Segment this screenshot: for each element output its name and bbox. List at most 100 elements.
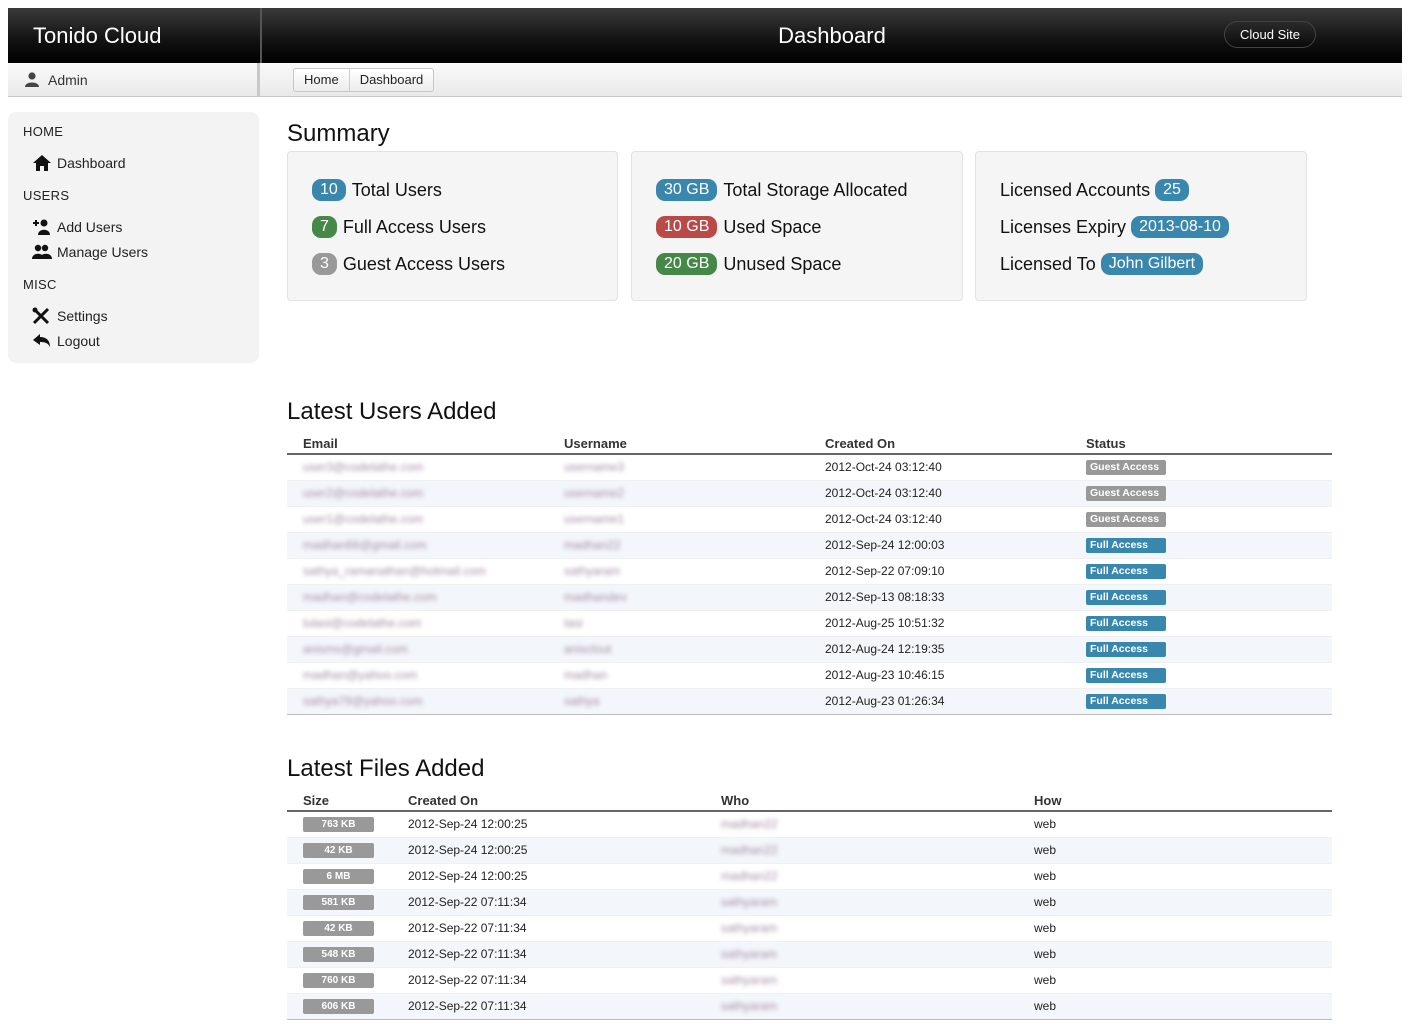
reply-icon: [33, 334, 50, 347]
email-value: anisms@gmail.com: [303, 642, 408, 656]
sidebar-item-logout[interactable]: Logout: [32, 332, 100, 350]
username-value: madhandev: [564, 590, 627, 604]
cell-email: madhan@codelathe.com: [287, 584, 548, 611]
username-value: username1: [564, 512, 625, 526]
table-row[interactable]: user1@codelathe.com username1 2012-Oct-24 …: [287, 506, 1332, 533]
cell-created-on: 2012-Aug-23 01:26:34: [809, 688, 1070, 715]
sidebar-item-settings[interactable]: Settings: [32, 307, 108, 325]
unused-space-badge: 20 GB: [656, 253, 718, 275]
cell-username: madhandev: [548, 584, 809, 611]
cell-created-on: 2012-Oct-24 03:12:40: [809, 480, 1070, 507]
column-header-email[interactable]: Email: [287, 430, 548, 455]
table-row[interactable]: user2@codelathe.com username2 2012-Oct-24 …: [287, 480, 1332, 507]
cell-how: web: [1018, 837, 1332, 864]
cell-who: sathyaram: [705, 993, 1018, 1020]
column-header-created-on[interactable]: Created On: [809, 430, 1070, 455]
licensed-accounts-badge: 25: [1155, 179, 1189, 201]
current-user[interactable]: Admin: [8, 63, 260, 97]
sub-navbar: Admin Home Dashboard: [8, 63, 1402, 97]
username-value: username2: [564, 486, 625, 500]
table-row[interactable]: madhan@yahoo.com madhan 2012-Aug-23 10:46:…: [287, 662, 1332, 689]
column-header-who[interactable]: Who: [705, 787, 1018, 812]
table-row[interactable]: 42 KB 2012-Sep-22 07:11:34 sathyaram web: [287, 915, 1332, 942]
storage-summary-card: 30 GB Total Storage Allocated 10 GB Used…: [631, 151, 963, 301]
username-value: sathyaram: [564, 564, 621, 578]
table-row[interactable]: sathya_ramanathan@hotmail.com sathyaram 20…: [287, 558, 1332, 585]
user-icon: [25, 72, 39, 87]
cell-size: 760 KB: [287, 967, 392, 994]
who-value: sathyaram: [721, 999, 778, 1013]
column-header-username[interactable]: Username: [548, 430, 809, 455]
cell-created-on: 2012-Sep-24 12:00:03: [809, 532, 1070, 559]
table-row[interactable]: user3@codelathe.com username3 2012-Oct-24 …: [287, 454, 1332, 481]
size-badge: 763 KB: [303, 817, 374, 833]
latest-users-heading: Latest Users Added: [287, 398, 497, 425]
cell-email: user3@codelathe.com: [287, 454, 548, 481]
table-row[interactable]: 763 KB 2012-Sep-24 12:00:25 madhan22 web: [287, 811, 1332, 838]
cell-created-on: 2012-Sep-22 07:11:34: [392, 889, 705, 916]
table-row[interactable]: 42 KB 2012-Sep-24 12:00:25 madhan22 web: [287, 837, 1332, 864]
breadcrumb-home[interactable]: Home: [294, 69, 349, 91]
who-value: madhan22: [721, 869, 778, 883]
licensed-accounts-row: Licensed Accounts 25: [1000, 179, 1189, 201]
total-users-row: 10 Total Users: [312, 179, 442, 201]
cell-email: sathya_ramanathan@hotmail.com: [287, 558, 548, 585]
column-header-how[interactable]: How: [1018, 787, 1332, 812]
size-badge: 6 MB: [303, 869, 374, 884]
cell-email: user2@codelathe.com: [287, 480, 548, 507]
table-row[interactable]: 606 KB 2012-Sep-22 07:11:34 sathyaram web: [287, 993, 1332, 1020]
license-summary-card: Licensed Accounts 25 Licenses Expiry 201…: [975, 151, 1307, 301]
cell-how: web: [1018, 889, 1332, 916]
breadcrumb: Home Dashboard: [293, 68, 435, 92]
cell-status: Full Access: [1070, 610, 1332, 637]
summary-heading: Summary: [287, 120, 390, 147]
table-row[interactable]: madhan66@gmail.com madhan22 2012-Sep-24 12…: [287, 532, 1332, 559]
cell-how: web: [1018, 811, 1332, 838]
full-access-users-label: Full Access Users: [342, 216, 486, 237]
table-row[interactable]: tulasi@codelathe.com tasi 2012-Aug-25 10:5…: [287, 610, 1332, 637]
unused-space-label: Unused Space: [723, 253, 842, 274]
breadcrumb-dashboard[interactable]: Dashboard: [348, 69, 434, 91]
sidebar-item-manage-users[interactable]: Manage Users: [32, 243, 148, 261]
guest-access-users-badge: 3: [312, 253, 337, 275]
sidebar-item-label: Settings: [57, 308, 108, 324]
cell-how: web: [1018, 915, 1332, 942]
sidebar-item-label: Manage Users: [57, 244, 149, 260]
cell-created-on: 2012-Aug-25 10:51:32: [809, 610, 1070, 637]
table-row[interactable]: anisms@gmail.com anisclout 2012-Aug-24 12:…: [287, 636, 1332, 663]
column-header-created-on[interactable]: Created On: [392, 787, 705, 812]
email-value: madhan@yahoo.com: [303, 668, 418, 682]
cell-created-on: 2012-Sep-22 07:11:34: [392, 993, 705, 1020]
status-badge: Guest Access: [1086, 486, 1166, 501]
table-row[interactable]: 581 KB 2012-Sep-22 07:11:34 sathyaram web: [287, 889, 1332, 916]
who-value: sathyaram: [721, 947, 778, 961]
cell-size: 42 KB: [287, 837, 392, 864]
sidebar-section-home: HOME: [23, 124, 64, 139]
size-badge: 581 KB: [303, 895, 374, 910]
licenses-expiry-label: Licenses Expiry: [1000, 216, 1127, 237]
table-row[interactable]: 760 KB 2012-Sep-22 07:11:34 sathyaram web: [287, 967, 1332, 994]
cell-email: tulasi@codelathe.com: [287, 610, 548, 637]
table-header-row: Email Username Created On Status: [287, 430, 1332, 455]
sidebar-item-dashboard[interactable]: Dashboard: [32, 154, 126, 172]
email-value: user2@codelathe.com: [303, 486, 424, 500]
user-name: Admin: [48, 72, 88, 88]
column-header-size[interactable]: Size: [287, 787, 392, 812]
table-header-row: Size Created On Who How: [287, 787, 1332, 812]
app-brand[interactable]: Tonido Cloud: [8, 8, 260, 63]
size-badge: 760 KB: [303, 973, 374, 988]
cell-who: madhan22: [705, 811, 1018, 838]
cell-status: Full Access: [1070, 584, 1332, 611]
sidebar-item-add-users[interactable]: Add Users: [32, 218, 122, 236]
home-icon: [33, 155, 51, 171]
table-row[interactable]: 548 KB 2012-Sep-22 07:11:34 sathyaram web: [287, 941, 1332, 968]
column-header-status[interactable]: Status: [1070, 430, 1332, 455]
sidebar-item-label: Dashboard: [57, 155, 126, 171]
table-row[interactable]: sathya79@yahoo.com sathya 2012-Aug-23 01:2…: [287, 688, 1332, 715]
email-value: sathya_ramanathan@hotmail.com: [303, 564, 486, 578]
cell-created-on: 2012-Sep-24 12:00:25: [392, 811, 705, 838]
email-value: user3@codelathe.com: [303, 460, 424, 475]
table-row[interactable]: madhan@codelathe.com madhandev 2012-Sep-13…: [287, 584, 1332, 611]
table-row[interactable]: 6 MB 2012-Sep-24 12:00:25 madhan22 web: [287, 863, 1332, 890]
cloud-site-button[interactable]: Cloud Site: [1224, 21, 1316, 48]
